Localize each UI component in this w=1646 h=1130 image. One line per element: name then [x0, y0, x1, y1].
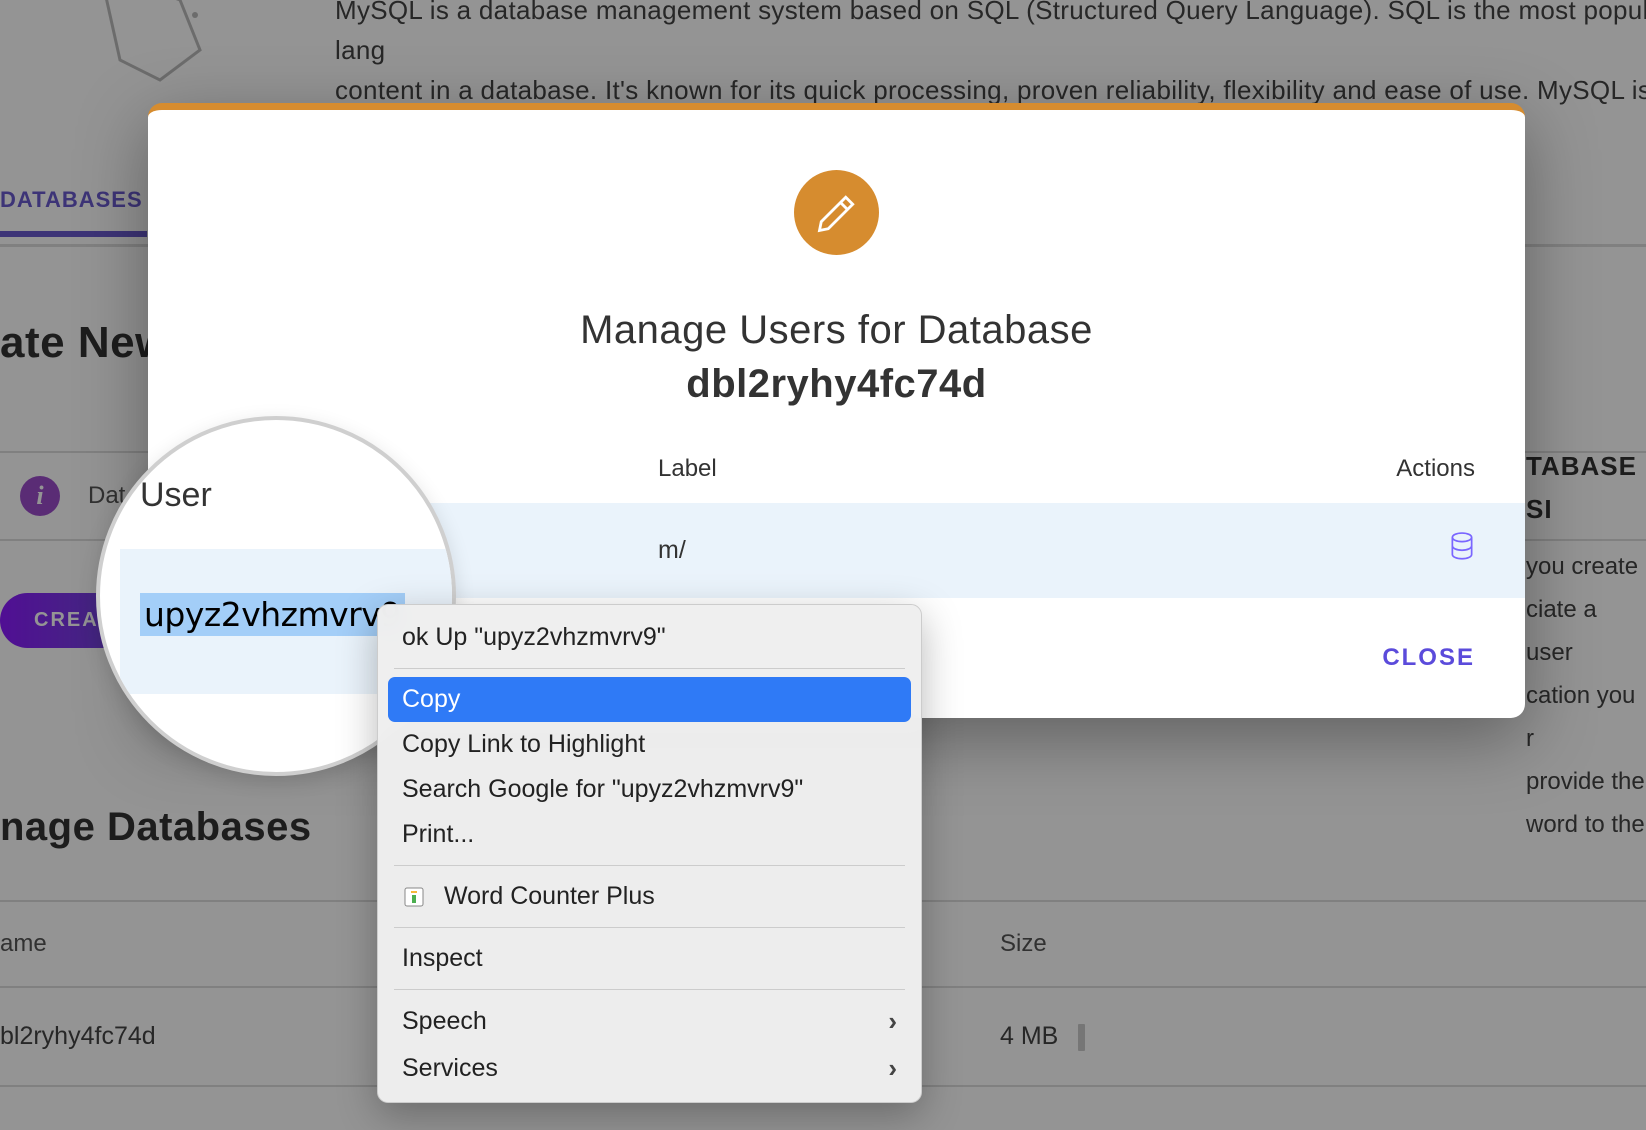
extension-icon	[402, 885, 426, 909]
col-header-actions: Actions	[1335, 455, 1475, 483]
selected-text[interactable]: upyz2vhzmvrv9	[140, 593, 405, 636]
database-icon[interactable]	[1449, 532, 1475, 569]
menu-item-speech[interactable]: Speech ›	[378, 998, 921, 1045]
close-button[interactable]: CLOSE	[1372, 632, 1485, 684]
menu-separator	[394, 865, 905, 866]
menu-item-lookup[interactable]: ok Up "upyz2vhzmvrv9"	[378, 615, 921, 660]
menu-item-copy-link-to-highlight[interactable]: Copy Link to Highlight	[378, 722, 921, 767]
menu-separator	[394, 927, 905, 928]
label-value: m/	[658, 536, 1335, 565]
menu-separator	[394, 989, 905, 990]
menu-item-services[interactable]: Services ›	[378, 1045, 921, 1092]
chevron-right-icon: ›	[888, 1006, 897, 1037]
menu-item-search-google[interactable]: Search Google for "upyz2vhzmvrv9"	[378, 767, 921, 812]
col-header-label: Label	[658, 455, 1335, 483]
context-menu: ok Up "upyz2vhzmvrv9" Copy Copy Link to …	[377, 604, 922, 1103]
menu-item-inspect[interactable]: Inspect	[378, 936, 921, 981]
chevron-right-icon: ›	[888, 1053, 897, 1084]
menu-separator	[394, 668, 905, 669]
menu-item-word-counter-plus[interactable]: Word Counter Plus	[378, 874, 921, 919]
row-actions	[1335, 532, 1475, 569]
menu-item-print[interactable]: Print...	[378, 812, 921, 857]
menu-item-copy[interactable]: Copy	[388, 677, 911, 722]
modal-title: Manage Users for Database dbl2ryhy4fc74d	[188, 303, 1485, 411]
magnifier-header: User	[120, 470, 452, 549]
modal-database-name: dbl2ryhy4fc74d	[686, 362, 986, 406]
pencil-icon	[794, 170, 879, 255]
